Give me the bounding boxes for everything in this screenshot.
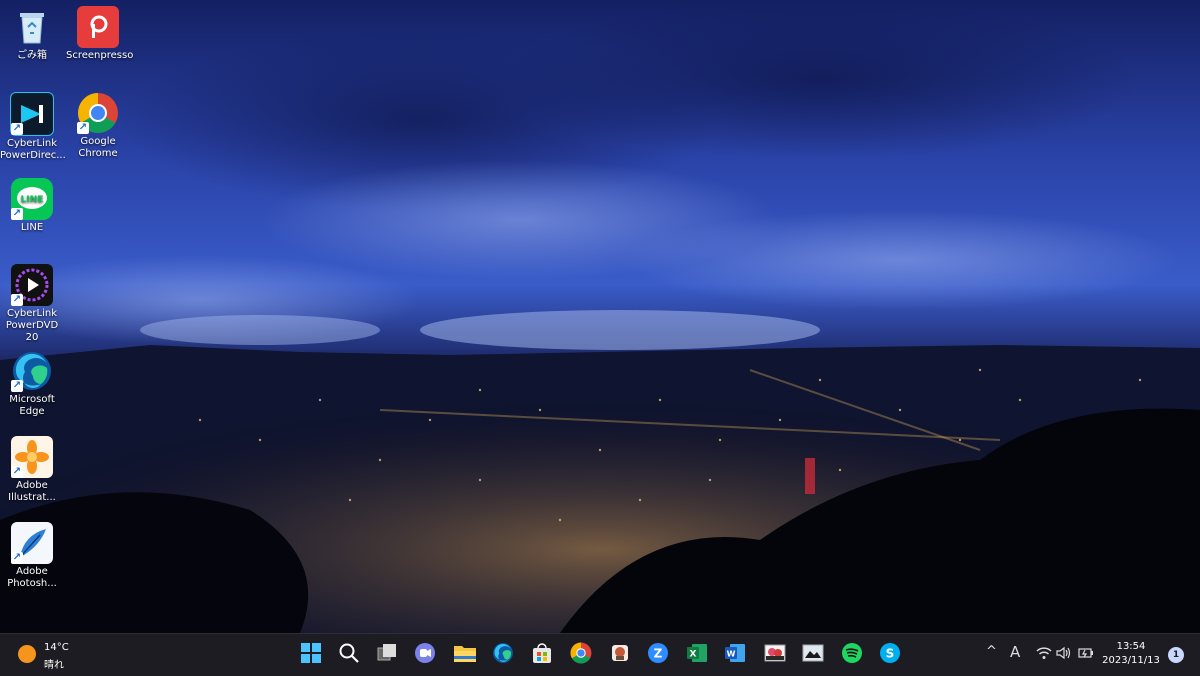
illustrator-icon: ↗ — [11, 436, 53, 478]
taskbar-app-file-explorer[interactable] — [452, 642, 478, 668]
battery-charging-icon — [1078, 648, 1094, 664]
desktop-icon-microsoft-edge[interactable]: ↗ Microsoft Edge — [0, 350, 64, 418]
clock-time: 13:54 — [1116, 641, 1146, 652]
photoshop-feather-icon: ↗ — [11, 522, 53, 564]
desktop-icon-line[interactable]: LINE ↗ LINE — [0, 178, 64, 234]
weather-temperature: 14°C — [44, 642, 69, 653]
taskbar-app-store[interactable] — [529, 642, 555, 668]
teams-chat-icon — [414, 642, 436, 668]
desktop-icon-label: Google Chrome — [78, 136, 118, 159]
volume-status[interactable] — [1056, 646, 1072, 664]
weather-condition: 晴れ — [44, 660, 64, 671]
zoom-icon: Z — [647, 642, 669, 668]
taskbar-app-zoom[interactable]: Z — [645, 642, 671, 668]
taskbar-app-image[interactable] — [762, 642, 788, 668]
taskbar-app-teams-chat[interactable] — [412, 642, 438, 668]
desktop-icon-adobe-photoshop[interactable]: ↗ Adobe Photosh... — [0, 522, 64, 590]
svg-text:S: S — [886, 647, 895, 661]
desktop-icon-adobe-illustrator[interactable]: ↗ Adobe Illustrat... — [0, 436, 64, 504]
edge-icon: ↗ — [11, 350, 53, 392]
spotify-icon — [841, 642, 863, 668]
desktop-icon-label: Adobe Illustrat... — [8, 480, 56, 503]
taskbar-app-generic[interactable] — [607, 642, 633, 668]
word-icon: W — [724, 642, 746, 668]
line-icon: LINE ↗ — [11, 178, 53, 220]
system-clock[interactable]: 13:54 2023/11/13 — [1100, 640, 1162, 668]
file-explorer-icon — [453, 642, 477, 668]
desktop-icon-label: Adobe Photosh... — [7, 566, 57, 589]
taskbar-app-photo[interactable] — [800, 642, 826, 668]
desktop-icon-label: CyberLink PowerDirec... — [0, 138, 66, 161]
svg-text:W: W — [727, 650, 736, 659]
desktop-icon-label: LINE — [20, 222, 44, 233]
taskbar-app-word[interactable]: W — [722, 642, 748, 668]
chrome-icon: ↗ — [77, 92, 119, 134]
desktop-icon-cyberlink-powerdvd[interactable]: ↗ CyberLink PowerDVD 20 — [0, 264, 64, 344]
search-icon — [338, 642, 360, 668]
start-button[interactable] — [298, 642, 324, 668]
shortcut-arrow-icon: ↗ — [11, 466, 23, 478]
ime-label: A — [1010, 643, 1021, 661]
powerdvd-icon: ↗ — [11, 264, 53, 306]
shortcut-arrow-icon: ↗ — [77, 122, 89, 134]
desktop-icon-label: ごみ箱 — [17, 50, 47, 61]
store-icon — [531, 642, 553, 668]
desktop-icon-label: CyberLink PowerDVD 20 — [5, 308, 59, 343]
taskbar-app-excel[interactable]: X — [684, 642, 710, 668]
desktop-icon-cyberlink-powerdirector[interactable]: ↗ CyberLink PowerDirec... — [0, 92, 66, 162]
desktop-icon-recycle-bin[interactable]: ごみ箱 — [0, 6, 64, 62]
taskbar-app-edge[interactable] — [490, 642, 516, 668]
shortcut-arrow-icon: ↗ — [11, 380, 23, 392]
task-view-icon — [376, 642, 398, 668]
clock-date: 2023/11/13 — [1102, 655, 1160, 666]
desktop-icon-google-chrome[interactable]: ↗ Google Chrome — [66, 92, 130, 160]
image-app-icon — [764, 642, 786, 668]
search-button[interactable] — [336, 642, 362, 668]
show-hidden-icons-button[interactable]: ^ — [986, 644, 997, 659]
skype-icon: S — [879, 642, 901, 668]
desktop-icon-label: Screenpresso — [66, 50, 134, 61]
shortcut-arrow-icon: ↗ — [11, 208, 23, 220]
svg-text:Z: Z — [654, 647, 663, 661]
weather-widget[interactable]: 14°C 晴れ — [14, 640, 84, 671]
edge-icon — [492, 642, 514, 668]
powerdirector-icon: ↗ — [10, 92, 54, 136]
shortcut-arrow-icon: ↗ — [11, 294, 23, 306]
taskbar-app-skype[interactable]: S — [877, 642, 903, 668]
chrome-icon — [570, 642, 592, 668]
task-view-button[interactable] — [374, 642, 400, 668]
excel-icon: X — [686, 642, 708, 668]
desktop-icon-screenpresso[interactable]: Screenpresso — [66, 6, 134, 62]
wifi-status[interactable] — [1036, 646, 1052, 664]
battery-status[interactable] — [1078, 646, 1094, 664]
shortcut-arrow-icon: ↗ — [11, 552, 23, 564]
chevron-up-icon: ^ — [986, 644, 997, 659]
taskbar: 14°C 晴れ Z X W S ^ A 13:54 2023/11/13 1 — [0, 633, 1200, 676]
desktop-icon-label: Microsoft Edge — [9, 394, 55, 417]
screenpresso-icon — [77, 6, 119, 48]
sun-icon — [18, 645, 36, 663]
taskbar-app-spotify[interactable] — [839, 642, 865, 668]
photo-app-icon — [802, 642, 824, 668]
start-icon — [300, 642, 322, 668]
desktop-wallpaper — [0, 0, 1200, 633]
svg-text:X: X — [690, 650, 697, 660]
taskbar-app-chrome[interactable] — [568, 642, 594, 668]
shortcut-arrow-icon: ↗ — [11, 123, 23, 135]
speaker-icon — [1056, 646, 1072, 664]
notification-badge[interactable]: 1 — [1168, 647, 1184, 663]
app-icon — [609, 642, 631, 668]
notification-count: 1 — [1172, 650, 1180, 660]
svg-text:LINE: LINE — [21, 195, 44, 205]
wifi-icon — [1036, 647, 1052, 664]
ime-indicator[interactable]: A — [1010, 643, 1020, 661]
recycle-bin-icon — [11, 6, 53, 48]
